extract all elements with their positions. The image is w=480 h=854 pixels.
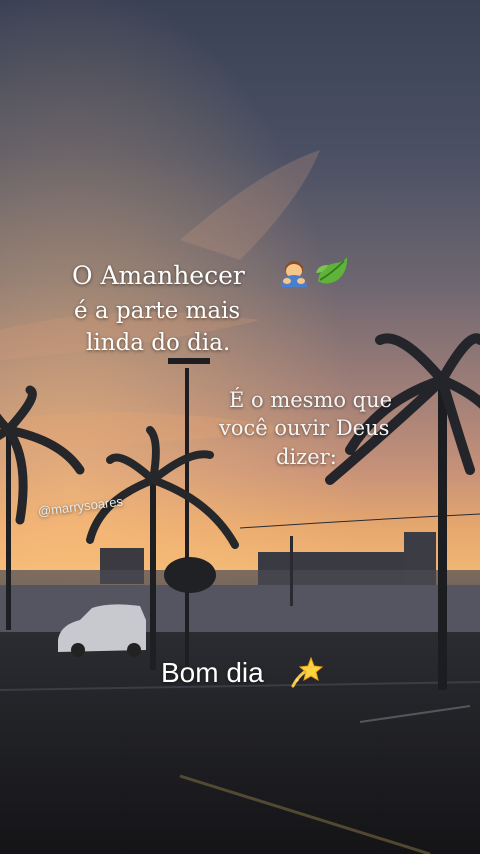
caption-bom-dia: Bom dia — [161, 657, 264, 688]
quote-line-1: O Amanhecer — [72, 261, 245, 290]
quote-line-3: linda do dia. — [86, 330, 231, 356]
quote-line-2: é a parte mais — [74, 298, 241, 324]
quote-line-5: você ouvir Deus — [219, 416, 390, 440]
quote-line-4: É o mesmo que — [229, 388, 393, 412]
sunrise-scene: O Amanhecer é a parte mais linda do dia.… — [0, 0, 480, 854]
dizzy-star-icon — [291, 656, 323, 688]
leaf-icon — [316, 257, 348, 284]
person-bowing-icon — [281, 261, 307, 287]
quote-line-6: dizer: — [276, 445, 337, 469]
